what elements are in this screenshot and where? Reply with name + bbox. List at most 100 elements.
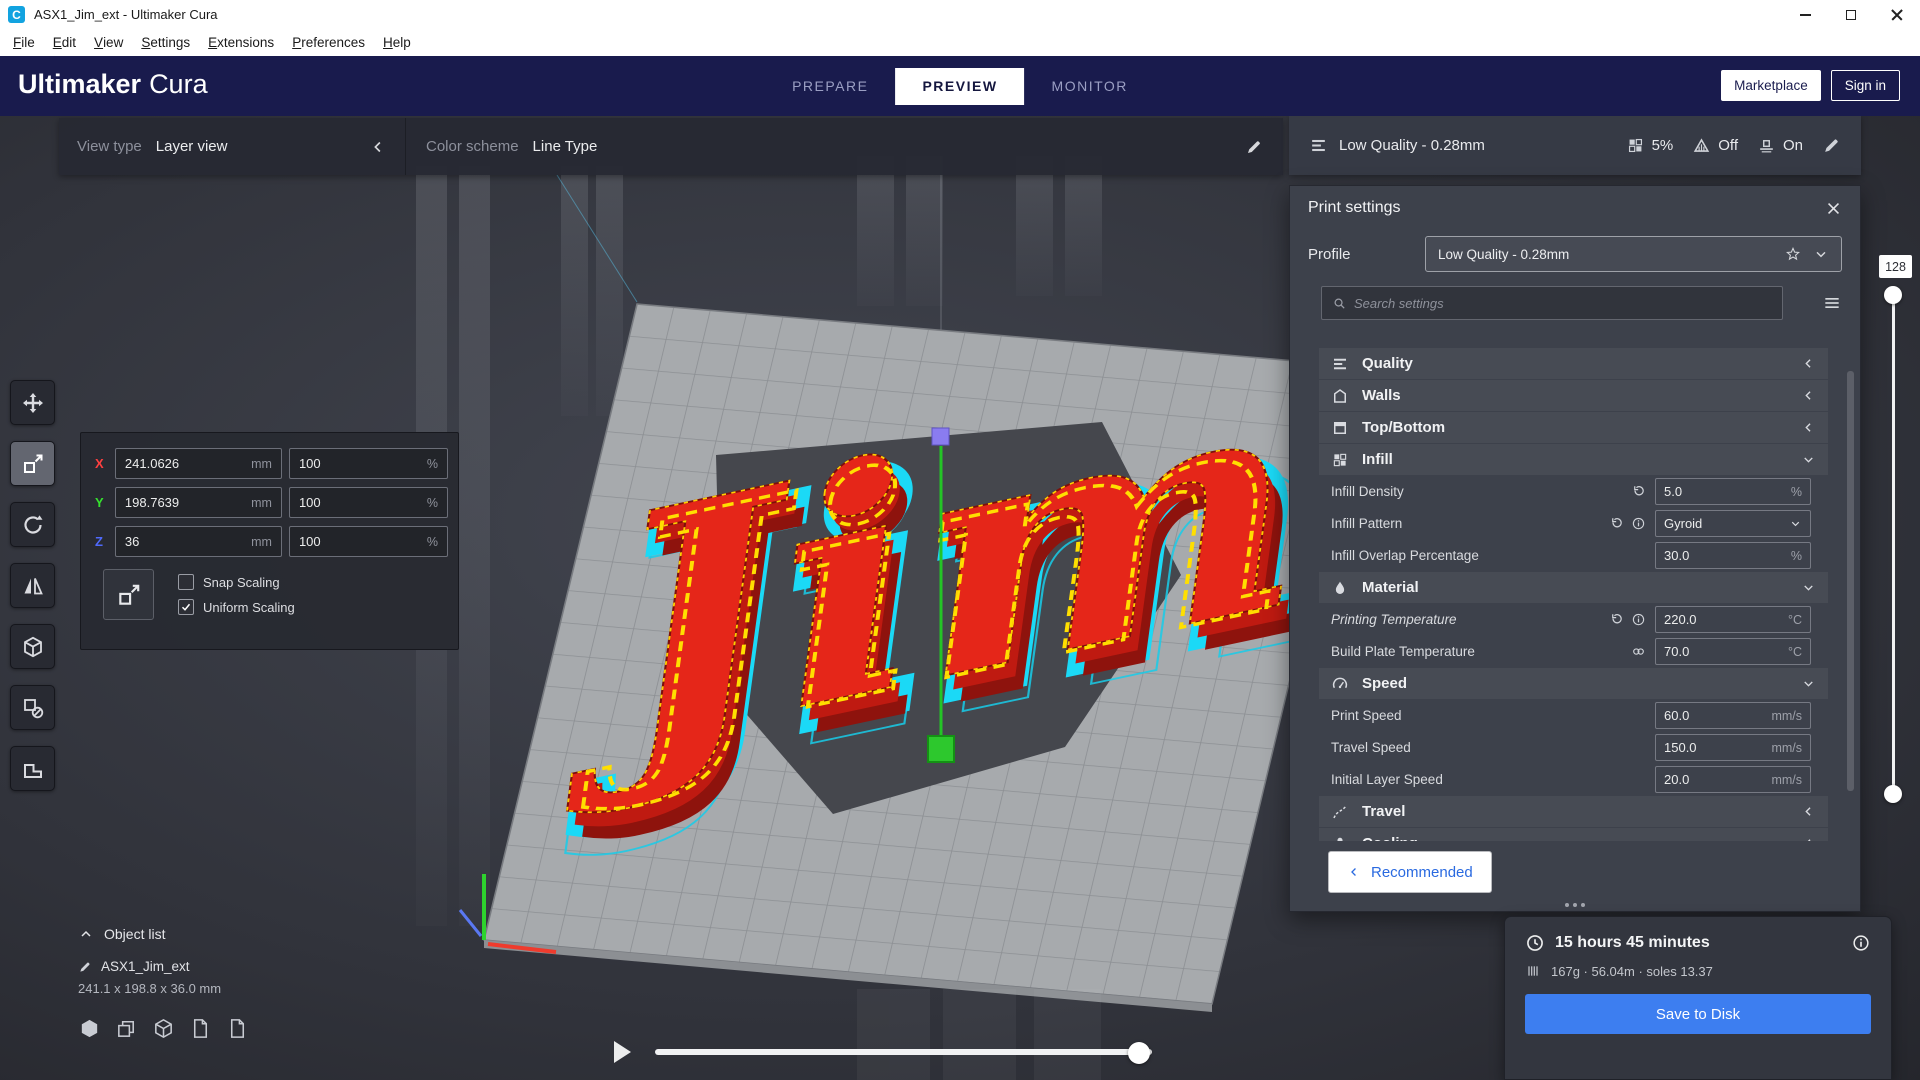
infill-icon [1626,136,1645,155]
profile-value: Low Quality - 0.28mm [1438,246,1570,262]
menu-extensions[interactable]: Extensions [199,29,283,56]
setting-infill-overlap-percentage-input[interactable]: 30.0% [1655,542,1811,569]
category-quality[interactable]: Quality [1319,348,1828,379]
unchecked-checkbox[interactable] [178,574,194,590]
tab-prepare[interactable]: PREPARE [765,68,895,105]
minimize-button[interactable] [1782,0,1828,29]
tool-mirror[interactable] [10,563,55,608]
menu-view[interactable]: View [85,29,132,56]
revert-icon[interactable] [1609,612,1624,627]
uniform-scaling-checkbox[interactable]: Uniform Scaling [178,599,295,615]
scale-y-mm-input[interactable]: 198.7639 mm [114,487,282,518]
panel-resize-handle[interactable] [1565,903,1585,907]
scale-x-mm-input[interactable]: 241.0626 mm [114,448,282,479]
tab-monitor[interactable]: MONITOR [1025,68,1155,105]
scale-icon [21,452,45,476]
object-list-toggle[interactable]: Object list [78,926,249,942]
object-list-item[interactable]: ASX1_Jim_ext [78,959,249,974]
color-scheme-dropdown[interactable]: Color scheme Line Type [406,118,1283,175]
print-setup-bar[interactable]: Low Quality - 0.28mm 5% Off On [1289,115,1861,175]
category-speed[interactable]: Speed [1319,668,1828,699]
menu-edit[interactable]: Edit [44,29,85,56]
move-icon [21,391,45,415]
info-icon[interactable] [1631,516,1646,531]
setting-build-plate-temperature-input[interactable]: 70.0 °C [1655,638,1811,665]
print-duration: 15 hours 45 minutes [1555,934,1710,951]
scale-handle-z[interactable] [927,735,955,763]
settings-visibility-menu-icon[interactable] [1822,293,1842,313]
scale-tool-icon-box [103,569,154,620]
view-bar: View type Layer view Color scheme Line T… [59,118,1283,175]
setting-initial-layer-speed-input[interactable]: 20.0 mm/s [1655,766,1811,793]
category-material[interactable]: Material [1319,572,1828,603]
setting-infill-density-input[interactable]: 5.0% [1655,478,1811,505]
layer-slider-handle-bottom[interactable] [1884,785,1902,803]
scale-z-mm-input[interactable]: 36 mm [114,526,282,557]
star-icon[interactable] [1785,246,1801,262]
axis-label: X [95,456,104,471]
setting-printing-temperature-input[interactable]: 220.0 °C [1655,606,1811,633]
tab-preview[interactable]: PREVIEW [895,68,1025,105]
layer-slider-handle-top[interactable] [1884,286,1902,304]
tool-per-model-settings[interactable] [10,624,55,669]
marketplace-button[interactable]: Marketplace [1721,70,1821,101]
scale-handle-top[interactable] [931,427,950,446]
snap-scaling-checkbox[interactable]: Snap Scaling [178,574,295,590]
checked-checkbox[interactable] [178,599,194,615]
category-label: Walls [1362,387,1401,404]
setting-value: 20.0 [1664,772,1690,787]
minimize-icon [1799,13,1811,16]
object-dimensions: 241.1 x 198.8 x 36.0 mm [78,981,222,996]
menu-help[interactable]: Help [374,29,420,56]
axis-mm-unit: mm [251,534,272,549]
info-icon[interactable] [1631,612,1646,627]
cube-pair-icon[interactable] [115,1017,138,1040]
close-icon[interactable] [1825,200,1842,217]
maximize-button[interactable] [1828,0,1874,29]
cube-outline-icon[interactable] [152,1017,175,1040]
setting-infill-pattern-select[interactable]: Gyroid [1655,510,1811,537]
scale-z-percent-input[interactable]: 100% [288,526,448,557]
tool-lay-flat[interactable] [10,746,55,791]
setting-build-plate-temperature: Build Plate Temperature 70.0 °C [1319,636,1828,667]
category-infill[interactable]: Infill [1319,444,1828,475]
signin-button[interactable]: Sign in [1830,70,1900,101]
save-to-disk-button[interactable]: Save to Disk [1525,994,1871,1034]
revert-icon[interactable] [1631,484,1646,499]
search-settings-input[interactable] [1354,295,1772,311]
cube-solid-icon[interactable] [78,1017,101,1040]
playback-slider-handle[interactable] [1128,1042,1150,1064]
lay-flat-icon [21,757,45,781]
panel-scrollbar[interactable] [1847,371,1854,791]
tool-scale[interactable] [10,441,55,486]
setting-print-speed-input[interactable]: 60.0 mm/s [1655,702,1811,729]
edit-settings[interactable] [1822,136,1841,155]
pencil-icon[interactable] [1245,138,1263,156]
revert-icon[interactable] [1609,516,1624,531]
menu-file[interactable]: File [4,29,44,56]
profile-dropdown[interactable]: Low Quality - 0.28mm [1425,236,1842,272]
scale-x-percent-input[interactable]: 100% [288,448,448,479]
tool-support-blocker[interactable] [10,685,55,730]
close-button[interactable] [1874,0,1920,29]
tool-move[interactable] [10,380,55,425]
info-icon[interactable] [1851,933,1871,953]
sheet2-icon[interactable] [226,1017,249,1040]
menu-settings[interactable]: Settings [132,29,199,56]
category-top-bottom[interactable]: Top/Bottom [1319,412,1828,443]
layer-slider-track[interactable] [1892,294,1895,793]
category-walls[interactable]: Walls [1319,380,1828,411]
view-type-dropdown[interactable]: View type Layer view [59,118,405,175]
category-cooling[interactable]: Cooling [1319,828,1828,841]
category-label: Travel [1362,803,1406,820]
recommended-button[interactable]: Recommended [1328,851,1492,893]
tool-rotate[interactable] [10,502,55,547]
play-button[interactable] [614,1041,631,1063]
playback-slider-track[interactable] [655,1049,1152,1055]
sheet-icon[interactable] [189,1017,212,1040]
menu-preferences[interactable]: Preferences [283,29,374,56]
scale-y-percent-input[interactable]: 100% [288,487,448,518]
axis-percent-value: 100 [298,534,321,549]
setting-travel-speed-input[interactable]: 150.0 mm/s [1655,734,1811,761]
category-travel[interactable]: Travel [1319,796,1828,827]
